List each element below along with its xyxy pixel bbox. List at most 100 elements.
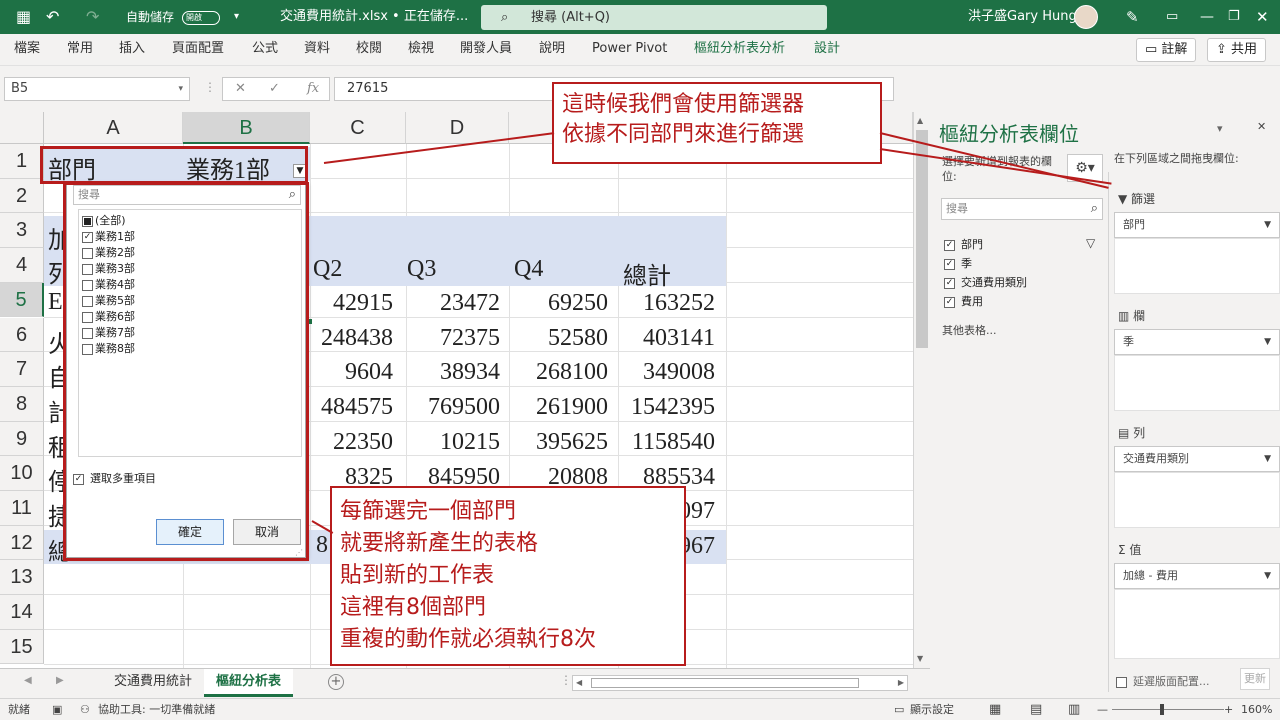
row-header[interactable]: 4 [0,248,44,283]
zoom-slider-thumb[interactable] [1160,704,1164,715]
close-icon[interactable]: ✕ [1256,0,1269,34]
field-search-input[interactable]: 搜尋 ⌕ [941,198,1103,220]
pivot-value-cell[interactable]: 163252 [605,290,715,317]
page-break-view-icon[interactable]: ▥ [1068,699,1080,720]
scroll-down-icon[interactable]: ▼ [917,654,923,663]
user-name[interactable]: 洪子盛Gary Hung [968,0,1077,34]
row-header[interactable]: 8 [0,386,44,422]
update-button[interactable]: 更新 [1240,668,1270,690]
tab-insert[interactable]: 插入 [119,34,145,64]
scroll-right-icon[interactable]: ▶ [898,678,904,687]
field-item[interactable]: ✓ 交通費用類別 [944,274,1027,290]
close-pane-icon[interactable]: ✕ [1257,120,1266,133]
restore-icon[interactable]: ❐ [1228,0,1240,34]
row-header[interactable]: 12 [0,525,44,561]
avatar[interactable] [1074,5,1098,29]
field-checkbox[interactable]: ✓ [944,239,955,251]
values-area-dropzone[interactable] [1114,589,1280,659]
pivot-value-cell[interactable]: 10215 [390,429,500,456]
search-box[interactable]: ⌕ 搜尋 (Alt+Q) [481,5,827,30]
pivot-value-cell[interactable]: 403141 [605,325,715,352]
tab-splitter-icon[interactable]: ⋮ [560,673,572,687]
pivot-value-cell[interactable]: 38934 [390,359,500,386]
row-header[interactable]: 3 [0,213,44,249]
row-header[interactable]: 1 [0,144,44,179]
field-checkbox[interactable]: ✓ [944,296,955,308]
document-title[interactable]: 交通費用統計.xlsx • 正在儲存... [280,0,468,34]
sheet-tab-pivot[interactable]: 樞紐分析表 [204,669,294,697]
pivot-value-cell[interactable]: 349008 [605,359,715,386]
more-tables-link[interactable]: 其他表格... [942,322,997,338]
display-settings-icon[interactable]: ▭ [894,699,904,720]
select-all-corner[interactable] [0,112,44,144]
normal-view-icon[interactable]: ▦ [989,699,1001,720]
row-header[interactable]: 13 [0,560,44,596]
column-header[interactable]: B [183,112,310,144]
field-checkbox[interactable]: ✓ [944,277,955,289]
zoom-level[interactable]: 160% [1241,699,1272,720]
row-header[interactable]: 2 [0,178,44,214]
redo-icon[interactable]: ↷ [86,0,99,34]
field-checkbox[interactable]: ✓ [944,258,955,270]
scrollbar-thumb[interactable] [916,130,928,348]
zoom-in-icon[interactable]: + [1224,699,1233,720]
pane-options-icon[interactable]: ▾ [1217,122,1223,135]
zoom-out-icon[interactable]: — [1097,699,1108,720]
zoom-slider[interactable] [1112,709,1224,710]
accessibility-icon[interactable]: ⚇ [80,699,90,720]
cell-c12-partial[interactable]: 8 [316,532,328,559]
macro-record-icon[interactable]: ▣ [52,699,62,720]
row-header[interactable]: 5 [0,282,44,318]
tab-file[interactable]: 檔案 [14,34,40,64]
cancel-icon[interactable]: ✕ [235,78,246,100]
tab-data[interactable]: 資料 [304,34,330,64]
pivot-value-cell[interactable]: 69250 [498,290,608,317]
filters-area-dropzone[interactable] [1114,238,1280,294]
row-header[interactable]: 6 [0,317,44,353]
header-total[interactable]: 總計 [623,256,671,291]
display-settings[interactable]: 顯示設定 [910,699,954,720]
field-item[interactable]: ✓ 季 [944,255,972,271]
column-header[interactable]: A [44,112,183,144]
page-layout-view-icon[interactable]: ▤ [1030,699,1042,720]
autosave-toggle[interactable]: 開啟 [178,0,220,34]
prev-sheet-icon[interactable]: ◀ [24,675,32,686]
rows-area-dropzone[interactable] [1114,472,1280,528]
rows-area-field[interactable]: 交通費用類別 ▼ [1114,446,1280,472]
next-sheet-icon[interactable]: ▶ [56,675,64,686]
undo-icon[interactable]: ↶ [46,0,59,34]
columns-area-field[interactable]: 季 ▼ [1114,329,1280,355]
tab-pivottable-analyze[interactable]: 樞紐分析表分析 [694,34,785,64]
row-header[interactable]: 9 [0,421,44,457]
pivot-value-cell[interactable]: 395625 [498,429,608,456]
scroll-left-icon[interactable]: ◀ [576,678,582,687]
pen-icon[interactable]: ✎ [1126,0,1139,34]
tab-formulas[interactable]: 公式 [252,34,278,64]
pivot-value-cell[interactable]: 52580 [498,325,608,352]
row-header[interactable]: 10 [0,456,44,491]
minimize-icon[interactable]: — [1200,0,1214,34]
values-area-field[interactable]: 加總 - 費用 ▼ [1114,563,1280,589]
pivot-value-cell[interactable]: 769500 [390,394,500,421]
tab-review[interactable]: 校閱 [356,34,382,64]
name-box[interactable]: B5 ▾ [4,77,190,101]
pivot-value-cell[interactable]: 268100 [498,359,608,386]
row-header[interactable]: 11 [0,491,44,526]
header-q4[interactable]: Q4 [514,256,543,283]
tab-help[interactable]: 說明 [539,34,565,64]
pivot-value-cell[interactable]: 1542395 [605,394,715,421]
quick-access-menu-icon[interactable]: ▾ [234,0,239,34]
insert-function-icon[interactable]: fx [307,78,319,100]
sheet-tab-traffic-costs[interactable]: 交通費用統計 [102,669,204,697]
add-sheet-icon[interactable]: + [328,674,344,690]
cell-a5[interactable]: E [48,289,63,316]
scroll-up-icon[interactable]: ▲ [917,116,923,125]
horizontal-scrollbar[interactable]: ◀ ▶ [572,675,908,691]
tab-developer[interactable]: 開發人員 [460,34,512,64]
tab-design[interactable]: 設計 [814,34,840,64]
header-q3[interactable]: Q3 [407,256,436,283]
pivot-value-cell[interactable]: 23472 [390,290,500,317]
comments-button[interactable]: ▭ 註解 [1136,38,1197,62]
tab-page-layout[interactable]: 頁面配置 [172,34,224,64]
filters-area-field[interactable]: 部門 ▼ [1114,212,1280,238]
